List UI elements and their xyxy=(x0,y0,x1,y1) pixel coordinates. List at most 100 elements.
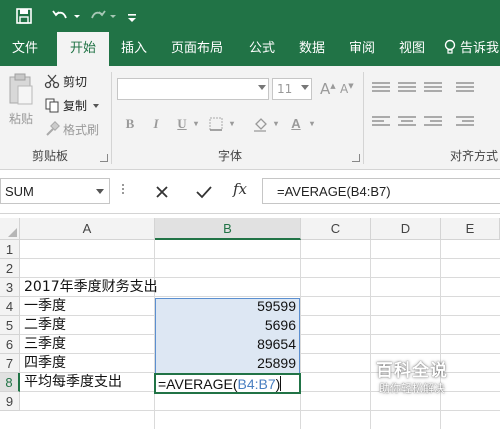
tab-review[interactable]: 审阅 xyxy=(340,32,384,66)
align-bottom-icon[interactable] xyxy=(424,82,442,96)
borders-icon[interactable] xyxy=(206,114,226,134)
clipboard-launcher-icon[interactable] xyxy=(100,154,108,162)
align-middle-icon[interactable] xyxy=(398,82,416,96)
watermark-subtitle: 助你轻松解决 xyxy=(379,382,445,395)
watermark-logo: 百科全说 助你轻松解决 xyxy=(362,356,462,398)
increase-font-icon[interactable]: A▲ xyxy=(320,80,336,98)
row-header[interactable]: 9 xyxy=(0,392,20,411)
row-header[interactable]: 1 xyxy=(0,240,20,259)
paste-icon[interactable] xyxy=(8,72,34,108)
gridline xyxy=(440,240,441,429)
font-size-select[interactable]: 11 xyxy=(272,78,312,100)
paste-button[interactable]: 粘贴 xyxy=(2,110,40,127)
tab-data[interactable]: 数据 xyxy=(290,32,334,66)
gridline xyxy=(300,240,301,429)
row-header[interactable]: 5 xyxy=(0,316,20,335)
align-left-icon[interactable] xyxy=(372,116,390,130)
row-header[interactable]: 7 xyxy=(0,354,20,373)
font-launcher-icon[interactable] xyxy=(352,154,360,162)
customize-icon[interactable] xyxy=(126,6,138,26)
check-icon[interactable] xyxy=(192,180,216,204)
column-header[interactable]: A xyxy=(20,218,155,240)
copy-button[interactable]: 复制 xyxy=(44,96,100,116)
indent-icon[interactable] xyxy=(456,116,474,130)
chevron-down-icon[interactable]: ▾ xyxy=(272,114,280,134)
cell-a5[interactable]: 二季度 xyxy=(24,316,66,335)
copy-icon xyxy=(44,97,60,113)
chevron-down-icon xyxy=(301,85,309,90)
divider xyxy=(363,72,364,164)
tab-file[interactable]: 文件 xyxy=(0,32,50,66)
cell-a4[interactable]: 一季度 xyxy=(24,297,66,316)
formula-bar-grip[interactable] xyxy=(121,184,125,198)
tab-page-layout[interactable]: 页面布局 xyxy=(160,32,234,66)
chevron-down-icon[interactable]: ▾ xyxy=(308,114,316,134)
column-header[interactable]: C xyxy=(301,218,371,240)
formula-input[interactable]: =AVERAGE(B4:B7) xyxy=(262,178,500,204)
align-center-icon[interactable] xyxy=(398,116,416,130)
cell-a7[interactable]: 四季度 xyxy=(24,354,66,373)
tab-formulas[interactable]: 公式 xyxy=(240,32,284,66)
format-painter-button[interactable]: 格式刷 xyxy=(44,120,99,140)
underline-icon[interactable]: U xyxy=(172,114,192,134)
name-box[interactable]: SUM xyxy=(0,178,110,204)
cell-a6[interactable]: 三季度 xyxy=(24,335,66,354)
cell-a8[interactable]: 平均每季度支出 xyxy=(24,373,122,392)
row-header[interactable]: 6 xyxy=(0,335,20,354)
cell-b4[interactable]: 59599 xyxy=(156,297,296,316)
formula-prefix: =AVERAGE( xyxy=(158,376,238,392)
name-box-value: SUM xyxy=(5,184,34,199)
chevron-down-icon xyxy=(96,189,104,194)
column-header[interactable]: B xyxy=(155,218,301,240)
tab-view[interactable]: 视图 xyxy=(390,32,434,66)
tab-insert[interactable]: 插入 xyxy=(112,32,156,66)
column-header[interactable]: E xyxy=(441,218,500,240)
column-header[interactable]: D xyxy=(371,218,441,240)
formula-reference: B4:B7 xyxy=(237,376,276,392)
row-header[interactable]: 3 xyxy=(0,278,20,297)
close-icon[interactable] xyxy=(150,180,174,204)
cut-button[interactable]: 剪切 xyxy=(44,72,87,92)
font-color-icon[interactable]: A xyxy=(286,114,306,134)
copy-label: 复制 xyxy=(63,99,88,113)
formula-value: =AVERAGE(B4:B7) xyxy=(277,184,391,199)
undo-dropdown-icon[interactable] xyxy=(72,6,82,26)
undo-icon[interactable] xyxy=(50,6,70,26)
align-right-icon[interactable] xyxy=(424,116,442,130)
chevron-down-icon[interactable]: ▾ xyxy=(228,114,236,134)
row-header[interactable]: 8 xyxy=(0,373,20,392)
cell-b7[interactable]: 25899 xyxy=(156,354,296,373)
cell-b5[interactable]: 5696 xyxy=(156,316,296,335)
lightbulb-icon xyxy=(444,35,456,54)
gridline xyxy=(20,258,500,259)
cell-a3[interactable]: 2017年季度财务支出 xyxy=(24,278,158,297)
decrease-font-icon[interactable]: A▼ xyxy=(340,82,354,96)
ribbon: 粘贴 剪切 复制 格式刷 剪贴板 11 A▲ A▼ B I U ▾ ▾ ▾ A … xyxy=(0,66,500,170)
tab-tell-me[interactable]: 告诉我 xyxy=(444,32,500,66)
align-top-icon[interactable] xyxy=(372,82,390,96)
row-header[interactable]: 2 xyxy=(0,259,20,278)
insert-function-button[interactable]: fx xyxy=(233,180,247,198)
scissors-icon xyxy=(44,73,60,89)
font-name-select[interactable] xyxy=(117,78,269,100)
cell-b6[interactable]: 89654 xyxy=(156,335,296,354)
chevron-down-icon xyxy=(258,85,266,90)
bold-icon[interactable]: B xyxy=(120,114,140,134)
tab-home[interactable]: 开始 xyxy=(57,32,109,66)
gridline xyxy=(20,410,500,411)
ribbon-tabs: 文件 开始 插入 页面布局 公式 数据 审阅 视图 告诉我 xyxy=(0,32,500,66)
redo-dropdown-icon[interactable] xyxy=(108,6,118,26)
format-painter-label: 格式刷 xyxy=(63,123,100,137)
cell-b8-formula[interactable]: =AVERAGE(B4:B7) xyxy=(158,375,282,394)
font-size-value: 11 xyxy=(277,82,293,96)
fill-color-icon[interactable] xyxy=(250,114,270,134)
chevron-down-icon[interactable]: ▾ xyxy=(192,114,200,134)
save-icon[interactable] xyxy=(14,6,34,26)
text-caret xyxy=(280,376,282,391)
select-all-button[interactable] xyxy=(0,218,20,240)
orientation-icon[interactable] xyxy=(456,82,474,96)
italic-icon[interactable]: I xyxy=(146,114,166,134)
row-header[interactable]: 4 xyxy=(0,297,20,316)
redo-icon[interactable] xyxy=(88,6,108,26)
copy-dropdown-icon[interactable] xyxy=(93,104,100,108)
